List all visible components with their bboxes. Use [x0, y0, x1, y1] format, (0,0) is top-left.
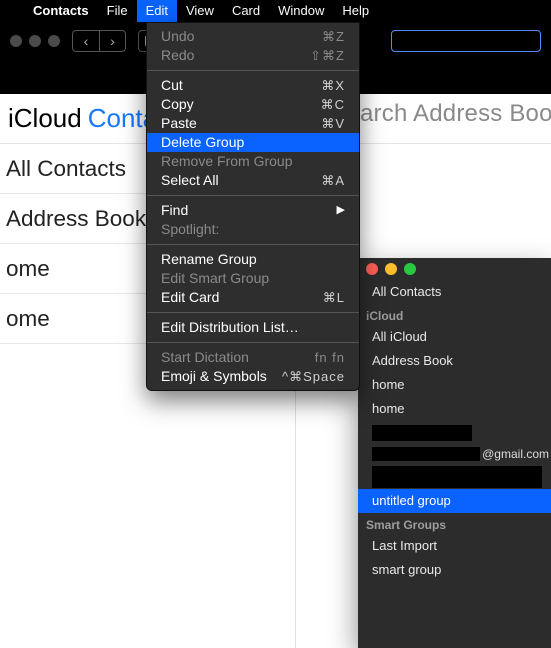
panel-titlebar: [358, 258, 551, 280]
menu-item-shortcut: ⌘C: [321, 95, 345, 114]
menu-item-label: Emoji & Symbols: [161, 367, 282, 386]
menu-item-shortcut: ⌘X: [321, 76, 345, 95]
menu-item-label: Edit Card: [161, 288, 323, 307]
panel-item[interactable]: [358, 465, 551, 489]
panel-close-icon[interactable]: [366, 263, 378, 275]
menu-item[interactable]: Paste⌘V: [147, 114, 359, 133]
menu-separator: [147, 244, 359, 245]
menu-item-shortcut: ⌘A: [321, 171, 345, 190]
redacted-box: [372, 447, 480, 461]
menu-item-label: Redo: [161, 46, 310, 65]
panel-item-email[interactable]: @gmail.com: [358, 445, 551, 465]
menu-item-label: Edit Distribution List…: [161, 318, 345, 337]
menubar: Contacts File Edit View Card Window Help: [0, 0, 551, 22]
cloud-header-prefix: iCloud: [8, 103, 82, 134]
menu-separator: [147, 70, 359, 71]
menu-item-shortcut: ⇧⌘Z: [310, 46, 345, 65]
menu-item-label: Cut: [161, 76, 321, 95]
toolbar-search-input[interactable]: [391, 30, 541, 52]
menu-item[interactable]: Rename Group: [147, 250, 359, 269]
nav-forward-button[interactable]: ›: [99, 31, 125, 51]
traffic-minimize-icon[interactable]: [29, 35, 41, 47]
menu-item: Spotlight:: [147, 220, 359, 239]
menu-separator: [147, 195, 359, 196]
panel-item[interactable]: [358, 421, 551, 445]
menu-item[interactable]: Emoji & Symbols^⌘Space: [147, 367, 359, 386]
menu-separator: [147, 312, 359, 313]
traffic-close-icon[interactable]: [10, 35, 22, 47]
menu-item-shortcut: ⌘Z: [322, 27, 345, 46]
menu-item-label: Paste: [161, 114, 321, 133]
panel-item[interactable]: untitled group: [358, 489, 551, 513]
panel-item[interactable]: home: [358, 373, 551, 397]
chevron-right-icon: ▶: [337, 201, 345, 220]
menu-item: Edit Smart Group: [147, 269, 359, 288]
menubar-card[interactable]: Card: [223, 0, 269, 22]
menu-item: Remove From Group: [147, 152, 359, 171]
panel-section-header: Smart Groups: [358, 513, 551, 534]
menu-item: Start Dictationfn fn: [147, 348, 359, 367]
menubar-view[interactable]: View: [177, 0, 223, 22]
menu-item-label: Spotlight:: [161, 220, 345, 239]
menu-item-label: Select All: [161, 171, 321, 190]
panel-zoom-icon[interactable]: [404, 263, 416, 275]
menu-item[interactable]: Edit Card⌘L: [147, 288, 359, 307]
menu-item-shortcut: fn fn: [315, 348, 345, 367]
menubar-window[interactable]: Window: [269, 0, 333, 22]
menu-item[interactable]: Edit Distribution List…: [147, 318, 359, 337]
nav-back-forward: ‹ ›: [72, 30, 126, 52]
menu-item-label: Undo: [161, 27, 322, 46]
panel-item[interactable]: All iCloud: [358, 325, 551, 349]
window-traffic-lights: [10, 35, 60, 47]
menu-item-label: Edit Smart Group: [161, 269, 345, 288]
panel-item[interactable]: Address Book: [358, 349, 551, 373]
menu-item: Redo⇧⌘Z: [147, 46, 359, 65]
email-suffix: @gmail.com: [482, 447, 549, 461]
search-placeholder: arch Address Book: [360, 100, 551, 128]
groups-panel: All ContactsiCloudAll iCloudAddress Book…: [358, 258, 551, 648]
menu-item: Undo⌘Z: [147, 27, 359, 46]
menubar-edit[interactable]: Edit: [137, 0, 177, 22]
redacted-box: [372, 425, 472, 441]
menu-item[interactable]: Cut⌘X: [147, 76, 359, 95]
menubar-app[interactable]: Contacts: [24, 0, 98, 22]
panel-item[interactable]: Last Import: [358, 534, 551, 558]
menu-item-label: Delete Group: [161, 133, 345, 152]
menu-item-shortcut: ^⌘Space: [282, 367, 345, 386]
menu-item-label: Rename Group: [161, 250, 345, 269]
panel-item[interactable]: home: [358, 397, 551, 421]
edit-menu: Undo⌘ZRedo⇧⌘ZCut⌘XCopy⌘CPaste⌘VDelete Gr…: [146, 22, 360, 391]
panel-section-header: iCloud: [358, 304, 551, 325]
panel-item[interactable]: All Contacts: [358, 280, 551, 304]
menu-item[interactable]: Find▶: [147, 201, 359, 220]
menubar-file[interactable]: File: [98, 0, 137, 22]
redacted-box: [372, 466, 542, 488]
traffic-zoom-icon[interactable]: [48, 35, 60, 47]
menu-item-label: Copy: [161, 95, 321, 114]
panel-item[interactable]: smart group: [358, 558, 551, 582]
nav-back-button[interactable]: ‹: [73, 31, 99, 51]
menu-item-shortcut: ⌘V: [321, 114, 345, 133]
panel-minimize-icon[interactable]: [385, 263, 397, 275]
menu-separator: [147, 342, 359, 343]
menu-item-label: Find: [161, 201, 337, 220]
menu-item-label: Start Dictation: [161, 348, 315, 367]
menubar-help[interactable]: Help: [333, 0, 378, 22]
menu-item[interactable]: Copy⌘C: [147, 95, 359, 114]
menu-item-shortcut: ⌘L: [323, 288, 345, 307]
menu-item[interactable]: Delete Group: [147, 133, 359, 152]
menu-item-label: Remove From Group: [161, 152, 345, 171]
menu-item[interactable]: Select All⌘A: [147, 171, 359, 190]
